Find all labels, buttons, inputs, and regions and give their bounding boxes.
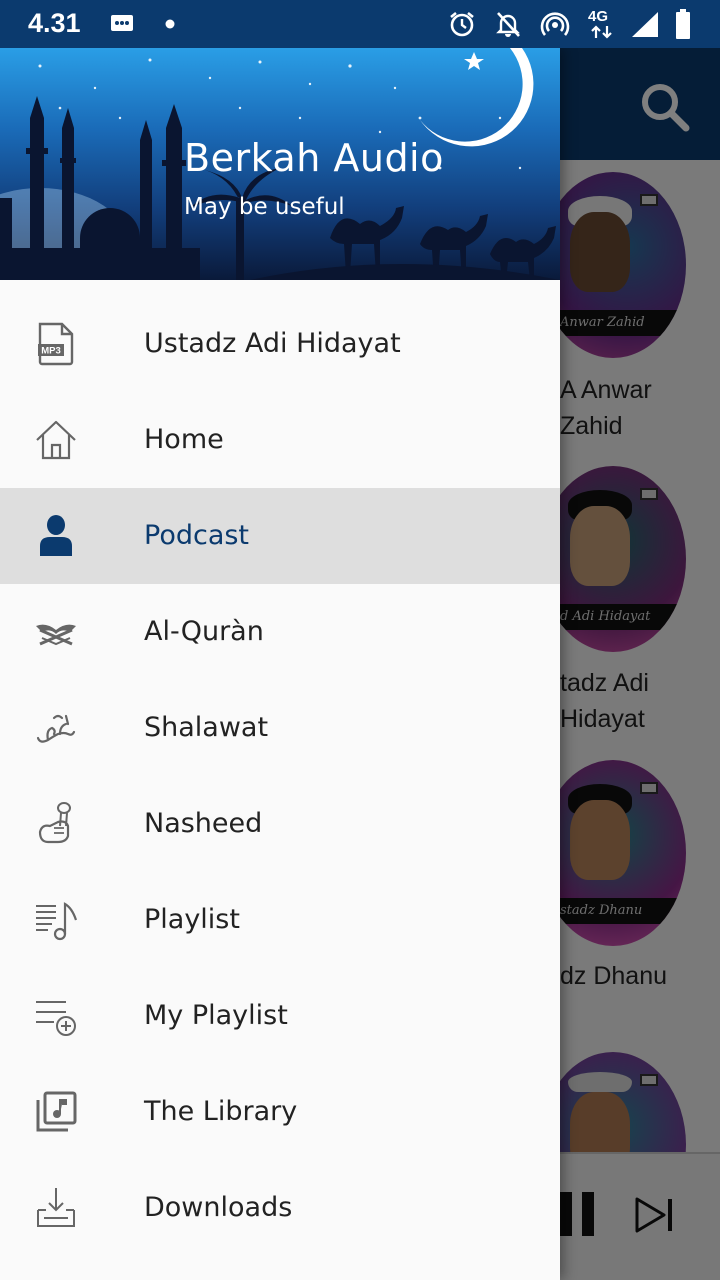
menu-item-podcast[interactable]: Podcast xyxy=(0,488,560,584)
app-subtitle: May be useful xyxy=(184,194,345,220)
menu-item-label: Ustadz Adi Hidayat xyxy=(144,328,401,359)
menu-item-ustadz-adi-hidayat[interactable]: MP3 Ustadz Adi Hidayat xyxy=(0,296,560,392)
menu-item-nasheed[interactable]: Nasheed xyxy=(0,776,560,872)
menu-item-al-quran[interactable]: Al-Quràn xyxy=(0,584,560,680)
menu-item-playlist[interactable]: Playlist xyxy=(0,872,560,968)
status-bar: 4.31 4G xyxy=(0,0,720,48)
drawer-menu: MP3 Ustadz Adi Hidayat Home Podcast Al-Q… xyxy=(0,296,560,1256)
drawer-header: Berkah Audio May be useful xyxy=(0,48,560,280)
navigation-drawer: Berkah Audio May be useful MP3 Ustadz Ad… xyxy=(0,48,560,1280)
menu-item-label: Playlist xyxy=(144,904,240,935)
message-icon xyxy=(111,15,133,31)
status-time: 4.31 xyxy=(28,8,81,38)
menu-item-shalawat[interactable]: Shalawat xyxy=(0,680,560,776)
menu-item-label: Al-Quràn xyxy=(144,616,264,647)
svg-text:MP3: MP3 xyxy=(41,346,61,357)
microphone-hand-icon xyxy=(38,802,71,844)
4g-icon: 4G xyxy=(588,8,616,39)
download-icon xyxy=(37,1188,75,1227)
menu-item-the-library[interactable]: The Library xyxy=(0,1064,560,1160)
network-type-label: 4G xyxy=(588,8,609,25)
home-icon xyxy=(36,420,76,460)
notifications-off-icon xyxy=(496,12,520,37)
muhammad-calligraphy-icon xyxy=(36,714,76,743)
menu-item-label: Podcast xyxy=(144,520,250,551)
dot-icon xyxy=(165,19,175,29)
playlist-add-icon xyxy=(36,1001,76,1036)
app-title: Berkah Audio xyxy=(184,136,444,180)
menu-item-label: Nasheed xyxy=(144,808,263,839)
menu-item-label: Downloads xyxy=(144,1192,293,1223)
hotspot-icon xyxy=(540,12,570,36)
battery-icon xyxy=(676,9,690,39)
playlist-music-icon xyxy=(36,902,78,941)
mp3-file-icon: MP3 xyxy=(38,322,74,366)
menu-item-label: My Playlist xyxy=(144,1000,288,1031)
menu-item-home[interactable]: Home xyxy=(0,392,560,488)
quran-icon xyxy=(36,624,76,646)
menu-item-downloads[interactable]: Downloads xyxy=(0,1160,560,1256)
alarm-icon xyxy=(450,11,474,37)
music-library-icon xyxy=(36,1091,77,1132)
person-icon xyxy=(40,515,72,556)
menu-item-label: Shalawat xyxy=(144,712,269,743)
menu-item-my-playlist[interactable]: My Playlist xyxy=(0,968,560,1064)
menu-item-label: Home xyxy=(144,424,224,455)
menu-item-label: The Library xyxy=(144,1096,298,1127)
signal-icon xyxy=(632,12,658,37)
